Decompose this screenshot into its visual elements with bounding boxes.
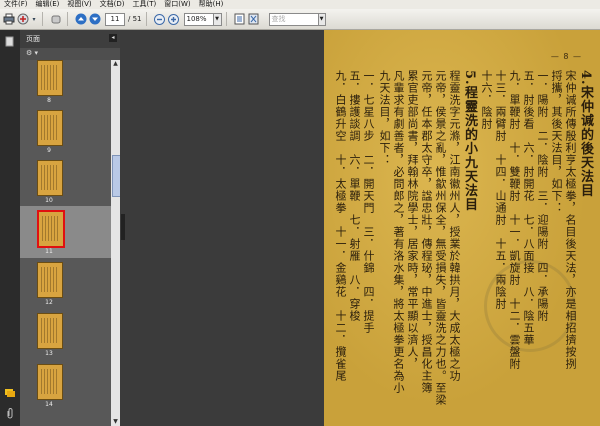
- thumbnail-label: 10: [45, 197, 53, 204]
- hand-tool-icon[interactable]: [49, 12, 63, 26]
- page-thumbnail-image: [37, 60, 63, 96]
- toolbar-divider: [145, 12, 147, 26]
- prev-page-icon[interactable]: [74, 12, 88, 26]
- text-column: 元帝，侯景之亂，惟歙州保全，無受損失，皆靈洗之力也。至梁: [434, 70, 447, 406]
- text-column: 九．白鶴升空 十．太極拳 十一．金鷄花 十二．攬雀尾: [334, 70, 347, 382]
- toolbar: ▾ 11 / 51 108% ▼ 查找 ▼: [0, 9, 600, 30]
- menu-edit[interactable]: 编辑(E): [32, 0, 64, 9]
- thumbnail-list: 8 9 10 11 12 13 14: [20, 60, 111, 426]
- zoom-in-icon[interactable]: [167, 12, 181, 26]
- thumbnail-label: 13: [45, 350, 53, 357]
- pages-panel-header: 页面 ◂: [20, 30, 120, 48]
- text-column: 十六．陰肘: [480, 70, 493, 130]
- text-column: 五．摟護談調 六．單鞭 七．射雁 八．穿梭: [348, 70, 361, 322]
- scroll-up-icon[interactable]: ▲: [111, 60, 120, 68]
- page-thumbnails-icon[interactable]: [5, 36, 15, 47]
- thumbnail-scrollbar[interactable]: ▲ ▼: [111, 60, 121, 426]
- section-heading: 5.程靈洗的小九天法目: [462, 70, 477, 212]
- attachment-icon[interactable]: [5, 408, 15, 419]
- menu-file[interactable]: 文件(F): [0, 0, 32, 9]
- search-input[interactable]: 查找: [268, 12, 319, 26]
- menu-help[interactable]: 帮助(H): [195, 0, 228, 9]
- thumbnail-label: 12: [45, 299, 53, 306]
- panel-resize-handle[interactable]: [121, 214, 125, 240]
- document-background: [120, 30, 324, 426]
- section-heading: 4.宋仲𫍯的後天法目: [578, 70, 593, 198]
- text-column: 五．肘後看 六．肘開花 七．八面接 八．陰五華: [522, 70, 535, 346]
- comments-icon[interactable]: [5, 388, 15, 398]
- print-icon[interactable]: [2, 12, 16, 26]
- close-icon[interactable]: ◂: [109, 34, 117, 42]
- thumbnail-label: 8: [47, 97, 51, 104]
- panel-options-button[interactable]: ⚙ ▾: [20, 48, 120, 60]
- share-icon[interactable]: [16, 12, 30, 26]
- page-thumbnail-image: [37, 160, 63, 196]
- thumbnail-label: 9: [47, 147, 51, 154]
- menu-bar: 文件(F) 编辑(E) 视图(V) 文档(D) 工具(T) 窗口(W) 帮助(H…: [0, 0, 600, 9]
- text-column: 十三．兩臂肘 十四．山通肘 十五．兩陰肘: [494, 70, 507, 310]
- fit-page-icon[interactable]: [233, 12, 247, 26]
- chevron-down-icon[interactable]: ▾: [30, 12, 38, 26]
- page-thumbnail[interactable]: 14: [20, 360, 111, 410]
- zoom-level-input[interactable]: 108%: [183, 12, 214, 26]
- text-column: 九天法目，如下：: [378, 70, 391, 166]
- page-thumbnail-image: [37, 110, 63, 146]
- page-thumbnail[interactable]: 12: [20, 258, 111, 308]
- text-column: 元帝，任本郡太守卒，諡忠壯，傳程珌，中進士，授昌化主簿: [420, 70, 433, 394]
- page-thumbnail[interactable]: 10: [20, 156, 111, 206]
- next-page-icon[interactable]: [88, 12, 102, 26]
- panel-title: 页面: [26, 35, 40, 43]
- page-thumbnail[interactable]: 8: [20, 60, 111, 106]
- scroll-down-icon[interactable]: ▼: [111, 418, 120, 426]
- text-column: 程靈洗字元滌，江南徽州人，授業於韓拱月，大成太極之功: [448, 70, 461, 382]
- thumbnail-label: 14: [45, 401, 53, 408]
- page-total: / 51: [128, 15, 142, 23]
- page-thumbnail-image: [37, 262, 63, 298]
- text-column: 凡輩求有劇善者，必問郎之，著有洛水集，將太極拳更名為小: [392, 70, 405, 394]
- page-thumbnail-selected[interactable]: 11: [20, 206, 111, 258]
- page-thumbnail-image: [37, 210, 65, 248]
- navigation-pane-strip: [0, 30, 20, 426]
- text-column: 一．七星八步 二．開天門 三．什錦 四．提手: [362, 70, 375, 334]
- menu-tools[interactable]: 工具(T): [129, 0, 161, 9]
- chevron-down-icon[interactable]: ▼: [213, 12, 222, 26]
- text-column: 捋攜，其後天法目，如下：: [550, 70, 563, 214]
- text-column: 一．陽附 二．陰附 三．迎陽附 四．承陽附: [536, 70, 549, 322]
- menu-view[interactable]: 视图(V): [63, 0, 95, 9]
- page-number-input[interactable]: 11: [105, 12, 125, 26]
- menu-window[interactable]: 窗口(W): [160, 0, 194, 9]
- text-column: 宋仲𫍯所傳殷利亨太極拳，名目後天法，亦是相招擠按挒: [564, 70, 577, 370]
- menu-document[interactable]: 文档(D): [96, 0, 129, 9]
- document-page: — 8 — 4.宋仲𫍯的後天法目 宋仲𫍯所傳殷利亨太極拳，名目後天法，亦是相招擠…: [324, 30, 600, 426]
- thumbnail-label: 11: [45, 248, 53, 255]
- toolbar-divider: [42, 12, 43, 26]
- page-thumbnail-image: [37, 364, 63, 400]
- text-column: 累官吏部尚書，拜翰林院學士，居家時，常平顯以濟人，: [406, 70, 419, 370]
- options-icon: ⚙ ▾: [26, 49, 39, 57]
- page-number: — 8 —: [550, 52, 582, 61]
- text-column: 九．單鞭肘 十．雙鞭肘 十一．凱旋肘 十二．雲盤附: [508, 70, 521, 370]
- pages-panel: 页面 ◂ ⚙ ▾ 8 9 10 11 12 13 14 ▲ ▼: [20, 30, 121, 426]
- page-thumbnail[interactable]: 9: [20, 106, 111, 156]
- toolbar-divider: [67, 12, 68, 26]
- toolbar-divider: [225, 12, 227, 26]
- page-thumbnail-image: [37, 313, 63, 349]
- zoom-out-icon[interactable]: [153, 12, 167, 26]
- full-screen-icon[interactable]: [247, 12, 261, 26]
- page-thumbnail[interactable]: 13: [20, 309, 111, 359]
- chevron-down-icon[interactable]: ▼: [318, 12, 326, 26]
